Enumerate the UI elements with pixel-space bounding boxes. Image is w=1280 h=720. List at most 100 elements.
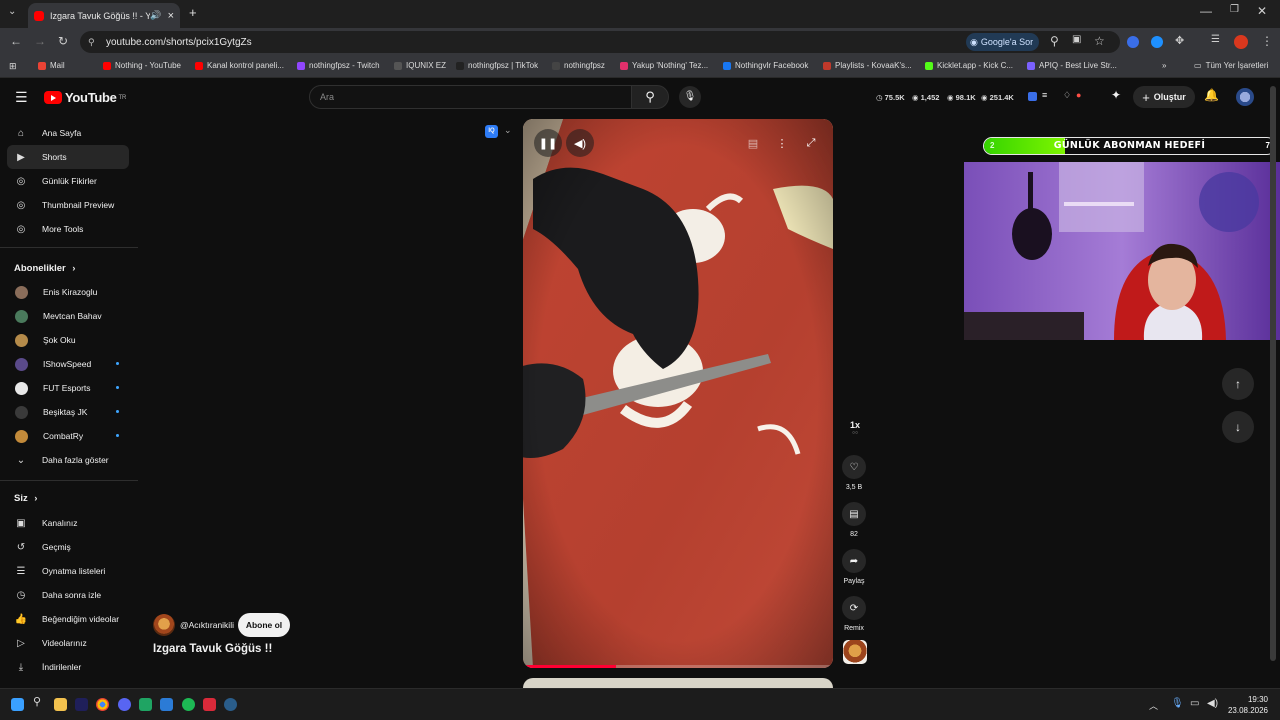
system-clock[interactable]: 19:30 23.08.2026 bbox=[1228, 694, 1268, 716]
bookmark-item[interactable]: nothingfpsz bbox=[552, 61, 605, 70]
app-icon-green[interactable] bbox=[139, 698, 152, 711]
profile-avatar[interactable] bbox=[1234, 35, 1248, 49]
chrome-icon[interactable] bbox=[96, 698, 109, 711]
close-window-icon[interactable]: ✕ bbox=[1257, 4, 1267, 18]
sidebar-item[interactable]: ⌂ Ana Sayfa bbox=[7, 121, 129, 145]
sidebar-item[interactable]: ▷ Videolarınız bbox=[7, 631, 129, 655]
page-scrollbar[interactable] bbox=[1270, 86, 1276, 661]
sidebar-item[interactable]: FUT Esports bbox=[7, 376, 129, 400]
studio-icon[interactable]: ✦ bbox=[1111, 88, 1121, 102]
app-icon-blue[interactable] bbox=[160, 698, 173, 711]
restore-icon[interactable]: ❐ bbox=[1230, 4, 1239, 15]
show-more-button[interactable]: ⌄ Daha fazla göster bbox=[7, 448, 129, 472]
like-button[interactable]: ♡ bbox=[842, 455, 866, 479]
new-tab-button[interactable]: + bbox=[189, 5, 197, 20]
extension-a-icon[interactable] bbox=[1127, 36, 1139, 48]
sidebar-item[interactable]: 👍 Beğendiğim videolar bbox=[7, 607, 129, 631]
comments-button[interactable]: ▤ bbox=[842, 502, 866, 526]
sidebar-item[interactable]: ☰ Oynatma listeleri bbox=[7, 559, 129, 583]
create-button[interactable]: + Oluştur bbox=[1133, 86, 1195, 108]
video-progress-bar[interactable] bbox=[523, 665, 833, 668]
back-icon[interactable]: ← bbox=[10, 34, 22, 48]
sidebar-item[interactable]: ▶ Shorts bbox=[7, 145, 129, 169]
share-button[interactable]: ➦ bbox=[842, 549, 866, 573]
channel-name[interactable]: @Acıktıranikili bbox=[180, 620, 234, 630]
vidiq-badge-icon[interactable]: IQ bbox=[485, 125, 498, 138]
sidebar-item[interactable]: ◎ Günlük Fikirler bbox=[7, 169, 129, 193]
tray-volume-icon[interactable]: ◀) bbox=[1207, 698, 1218, 709]
speed-control[interactable]: 1x ○○ bbox=[844, 420, 866, 444]
short-video-player[interactable]: ❚❚ ◀) ▤ ⋮ ⤢ bbox=[523, 119, 833, 668]
sidebar-item[interactable]: CombatRy bbox=[7, 424, 129, 448]
remix-button[interactable]: ⟳ bbox=[842, 596, 866, 620]
spotify-icon[interactable] bbox=[182, 698, 195, 711]
vidiq-icon[interactable] bbox=[1028, 92, 1037, 101]
bookmark-item[interactable]: nothingfpsz - Twitch bbox=[297, 61, 380, 70]
sidebar-item[interactable]: ⤓ İndirilenler bbox=[7, 655, 129, 679]
sidebar-item[interactable]: Mevtcan Bahav bbox=[7, 304, 129, 328]
bookmark-item[interactable]: APIQ - Best Live Str... bbox=[1027, 61, 1117, 70]
menu-icon[interactable]: ☰ bbox=[15, 89, 28, 106]
next-short-button[interactable]: ↓ bbox=[1222, 411, 1254, 443]
steam-icon[interactable] bbox=[224, 698, 237, 711]
all-bookmarks[interactable]: ▭ Tüm Yer İşaretleri bbox=[1194, 61, 1268, 70]
extensions-puzzle-icon[interactable]: ✥ bbox=[1175, 34, 1184, 47]
sidebar-item[interactable]: ◷ Daha sonra izle bbox=[7, 583, 129, 607]
chrome-menu-icon[interactable]: ⋮ bbox=[1261, 34, 1273, 48]
sidebar-item[interactable]: ◎ Thumbnail Preview bbox=[7, 193, 129, 217]
sidebar-item[interactable]: ◎ More Tools bbox=[7, 217, 129, 241]
volume-button[interactable]: ◀) bbox=[566, 129, 594, 157]
search-input[interactable]: Ara bbox=[309, 85, 632, 109]
bookmark-item[interactable]: Playlists - KovaaK's... bbox=[823, 61, 912, 70]
url-field[interactable]: ⚲ youtube.com/shorts/pcix1GytgZs bbox=[80, 31, 1120, 53]
chevron-down-icon[interactable]: ⌄ bbox=[504, 125, 512, 136]
captions-button[interactable]: ▤ bbox=[739, 129, 767, 157]
bookmark-item[interactable]: Kicklet.app - Kick C... bbox=[925, 61, 1013, 70]
tab-audio-icon[interactable]: 🔊 bbox=[150, 10, 161, 21]
bookmark-item[interactable]: Mail bbox=[38, 61, 65, 70]
reading-list-icon[interactable]: ☰ bbox=[1211, 34, 1220, 45]
more-options-button[interactable]: ⋮ bbox=[768, 129, 796, 157]
minimize-icon[interactable]: — bbox=[1200, 4, 1212, 18]
bookmarks-overflow-icon[interactable]: » bbox=[1162, 61, 1166, 70]
tray-network-icon[interactable]: ▭ bbox=[1190, 698, 1199, 709]
app-icon-red[interactable] bbox=[203, 698, 216, 711]
file-explorer-icon[interactable] bbox=[54, 698, 67, 711]
sidebar-item[interactable]: ↺ Geçmiş bbox=[7, 535, 129, 559]
notifications-bell-icon[interactable]: 🔔 bbox=[1204, 88, 1219, 102]
apps-grid-icon[interactable]: ⊞ bbox=[9, 61, 17, 72]
youtube-logo[interactable]: YouTube TR bbox=[44, 90, 126, 105]
alert-icon[interactable]: ● bbox=[1076, 90, 1081, 100]
you-header[interactable]: Siz › bbox=[14, 493, 37, 504]
search-button[interactable]: ⚲ bbox=[631, 85, 669, 109]
channel-avatar[interactable] bbox=[153, 614, 175, 636]
bookmark-item[interactable]: Kanal kontrol paneli... bbox=[195, 61, 284, 70]
discord-icon[interactable] bbox=[118, 698, 131, 711]
subscribe-button[interactable]: Abone ol bbox=[238, 613, 290, 637]
account-avatar[interactable] bbox=[1236, 88, 1254, 106]
tray-chevron-icon[interactable]: ︿ bbox=[1149, 699, 1158, 712]
sidebar-item[interactable]: Şok Oku bbox=[7, 328, 129, 352]
list-icon[interactable]: ≡ bbox=[1042, 90, 1047, 100]
previous-short-button[interactable]: ↑ bbox=[1222, 368, 1254, 400]
bookmark-item[interactable]: IQUNIX EZ bbox=[394, 61, 446, 70]
bookmark-item[interactable]: Nothingvlr Facebook bbox=[723, 61, 808, 70]
voice-search-button[interactable]: 🎙 bbox=[679, 86, 701, 108]
bookmark-item[interactable]: nothingfpsz | TikTok bbox=[456, 61, 538, 70]
bookmark-item[interactable]: Nothing - YouTube bbox=[103, 61, 181, 70]
award-icon[interactable]: ♢ bbox=[1063, 90, 1071, 101]
reload-icon[interactable]: ↻ bbox=[58, 34, 68, 48]
sidebar-item[interactable]: Enis Kirazoglu bbox=[7, 280, 129, 304]
sidebar-item[interactable]: ▣ Kanalınız bbox=[7, 511, 129, 535]
start-icon[interactable] bbox=[11, 698, 24, 711]
bookmark-item[interactable]: Yakup 'Nothing' Tez... bbox=[620, 61, 708, 70]
zoom-icon[interactable]: ⚲ bbox=[1050, 34, 1059, 48]
google-lens-button[interactable]: ◉ Google'a Sor bbox=[966, 33, 1040, 51]
forward-icon[interactable]: → bbox=[34, 34, 46, 48]
extension-b-icon[interactable] bbox=[1151, 36, 1163, 48]
taskbar-search-icon[interactable]: ⚲ bbox=[33, 695, 46, 708]
site-info-icon[interactable]: ⚲ bbox=[88, 37, 95, 48]
sidebar-item[interactable]: IShowSpeed bbox=[7, 352, 129, 376]
tray-mic-icon[interactable]: 🎙 bbox=[1171, 698, 1184, 709]
pause-button[interactable]: ❚❚ bbox=[534, 129, 562, 157]
